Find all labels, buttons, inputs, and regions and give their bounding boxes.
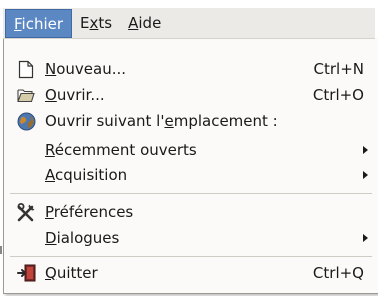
menu-item-nouveau-label: Nouveau...: [45, 60, 127, 78]
menu-bar: Fichier Exts Aide: [3, 8, 375, 39]
screen: Fichier Exts Aide Nouveau... Ctrl+N Ouvr…: [0, 0, 378, 296]
menu-fichier-rest: ichier: [21, 14, 64, 33]
tools-icon: [16, 202, 36, 222]
menu-item-dialogues-label: Dialogues: [45, 229, 120, 247]
menu-item-quitter[interactable]: Quitter Ctrl+Q: [4, 261, 376, 285]
menu-item-recemment-ouverts[interactable]: Récemment ouverts: [4, 138, 376, 162]
submenu-arrow-icon: [363, 234, 368, 242]
menu-item-nouveau-shortcut: Ctrl+N: [313, 60, 364, 78]
menu-separator: [10, 256, 372, 257]
folder-open-icon: [16, 85, 36, 105]
menu-item-recemment-ouverts-label: Récemment ouverts: [45, 141, 197, 159]
submenu-arrow-icon: [363, 171, 368, 179]
menu-item-ouvrir-shortcut: Ctrl+O: [312, 86, 364, 104]
menu-exts[interactable]: Exts: [72, 9, 120, 38]
menu-item-nouveau[interactable]: Nouveau... Ctrl+N: [4, 57, 376, 81]
menu-item-preferences[interactable]: Préférences: [4, 200, 376, 224]
menu-fichier[interactable]: Fichier: [5, 8, 73, 38]
menu-item-ouvrir-emplacement-label: Ouvrir suivant l'emplacement :: [45, 112, 278, 130]
menu-item-acquisition-label: Acquisition: [45, 166, 128, 184]
menu-aide-rest: ide: [138, 13, 162, 32]
background-edge-mark: [0, 246, 2, 254]
menu-fichier-mnemonic: F: [14, 14, 22, 33]
menu-item-quitter-label: Quitter: [45, 264, 98, 282]
menu-aide-mnemonic: A: [128, 13, 139, 32]
quit-icon: [16, 263, 36, 283]
new-document-icon: [16, 59, 36, 79]
menu-item-ouvrir-label: Ouvrir...: [45, 86, 105, 104]
submenu-arrow-icon: [363, 146, 368, 154]
menu-aide[interactable]: Aide: [120, 9, 169, 38]
menu-exts-rest: ts: [98, 13, 113, 32]
menu-exts-pre: E: [80, 13, 90, 32]
menu-separator: [10, 193, 372, 194]
menu-item-preferences-label: Préférences: [45, 203, 134, 221]
fichier-dropdown-menu: Nouveau... Ctrl+N Ouvrir... Ctrl+O Ouvri…: [3, 39, 378, 294]
menu-item-ouvrir[interactable]: Ouvrir... Ctrl+O: [4, 83, 376, 107]
menu-item-quitter-shortcut: Ctrl+Q: [312, 264, 364, 282]
menu-item-ouvrir-emplacement[interactable]: Ouvrir suivant l'emplacement :: [4, 109, 376, 133]
menu-item-acquisition[interactable]: Acquisition: [4, 163, 376, 187]
globe-icon: [16, 111, 36, 131]
menu-item-dialogues[interactable]: Dialogues: [4, 226, 376, 250]
